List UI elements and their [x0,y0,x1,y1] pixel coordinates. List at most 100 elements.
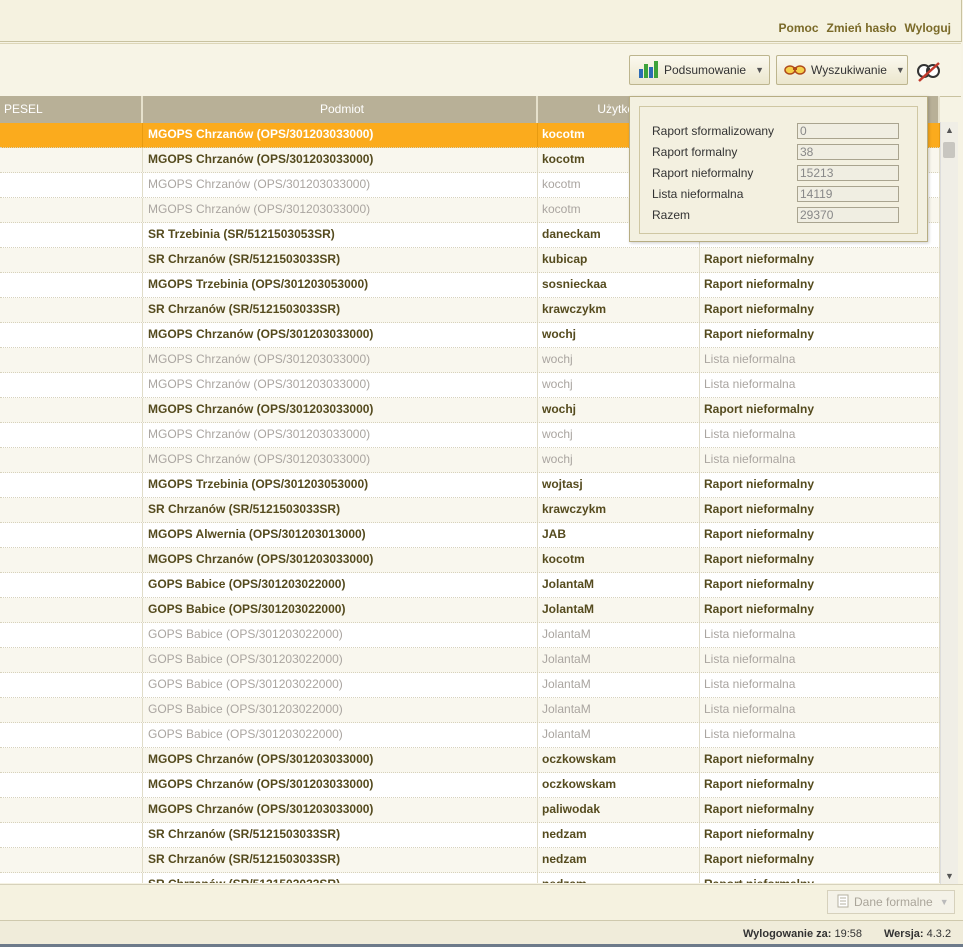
cell-user: wochj [538,448,700,472]
chevron-down-icon: ▼ [755,65,764,75]
table-row[interactable]: MGOPS Chrzanów (OPS/301203033000) wochj Ra… [0,323,940,348]
vertical-scrollbar[interactable]: ▲ ▼ [940,122,958,884]
formal-data-button-label: Dane formalne [854,895,933,909]
top-bar: Pomoc Zmień hasło Wyloguj [0,0,962,42]
binoculars-icon [784,61,806,80]
scroll-down-icon[interactable]: ▼ [941,868,958,884]
cell-podmiot: SR Trzebinia (SR/5121503053SR) [143,223,538,247]
cell-pesel [0,273,143,297]
cell-podmiot: MGOPS Alwernia (OPS/301203013000) [143,523,538,547]
cell-podmiot: GOPS Babice (OPS/301203022000) [143,598,538,622]
cell-podmiot: MGOPS Chrzanów (OPS/301203033000) [143,323,538,347]
change-password-link[interactable]: Zmień hasło [827,21,897,35]
top-links: Pomoc Zmień hasło Wyloguj [779,21,951,35]
cell-type: Raport nieformalny [700,798,940,822]
cell-type: Raport nieformalny [700,323,940,347]
cell-type: Raport nieformalny [700,573,940,597]
table-row[interactable]: MGOPS Trzebinia (OPS/301203053000) sosnie… [0,273,940,298]
cell-type: Raport nieformalny [700,248,940,272]
cell-user: nedzam [538,848,700,872]
cell-podmiot: MGOPS Chrzanów (OPS/301203033000) [143,123,538,147]
cell-podmiot: GOPS Babice (OPS/301203022000) [143,623,538,647]
summary-value-field: 0 [797,122,899,139]
cell-type: Raport nieformalny [700,823,940,847]
cell-type: Raport nieformalny [700,848,940,872]
table-row[interactable]: MGOPS Chrzanów (OPS/301203033000) wochj Li… [0,423,940,448]
cell-podmiot: SR Chrzanów (SR/5121503033SR) [143,298,538,322]
cell-user: nedzam [538,873,700,883]
table-row[interactable]: MGOPS Chrzanów (OPS/301203033000) kocotm R… [0,548,940,573]
table-row[interactable]: MGOPS Chrzanów (OPS/301203033000) wochj Li… [0,373,940,398]
summary-value-field: 14119 [797,185,899,202]
cell-pesel [0,373,143,397]
table-row[interactable]: GOPS Babice (OPS/301203022000) JolantaM Li… [0,698,940,723]
cell-type: Lista nieformalna [700,423,940,447]
cell-user: wojtasj [538,473,700,497]
cell-podmiot: MGOPS Chrzanów (OPS/301203033000) [143,423,538,447]
table-row[interactable]: MGOPS Chrzanów (OPS/301203033000) wochj Li… [0,448,940,473]
table-row[interactable]: SR Chrzanów (SR/5121503033SR)nedzamRapor… [0,823,940,848]
summary-label: Raport nieformalny [652,165,754,180]
cell-pesel [0,723,143,747]
cell-podmiot: MGOPS Chrzanów (OPS/301203033000) [143,748,538,772]
cell-type: Raport nieformalny [700,548,940,572]
summary-button[interactable]: Podsumowanie ▼ [629,55,770,85]
summary-popup: Raport sformalizowany 0 Raport formalny … [629,96,928,242]
summary-value-field: 15213 [797,164,899,181]
summary-label: Raport sformalizowany [652,123,775,138]
table-row[interactable]: MGOPS Chrzanów (OPS/301203033000) oczkows… [0,748,940,773]
table-row[interactable]: SR Chrzanów (SR/5121503033SR)nedzamRapor… [0,848,940,873]
cell-user: krawczykm [538,498,700,522]
table-row[interactable]: GOPS Babice (OPS/301203022000) JolantaM Li… [0,723,940,748]
table-row[interactable]: SR Chrzanów (SR/5121503033SR) kubicap Rapo… [0,248,940,273]
cell-pesel [0,348,143,372]
cell-type: Raport nieformalny [700,473,940,497]
cell-pesel [0,823,143,847]
table-row[interactable]: MGOPS Chrzanów (OPS/301203033000) paliwod… [0,798,940,823]
table-row[interactable]: GOPS Babice (OPS/301203022000) JolantaM Li… [0,623,940,648]
cell-user: JolantaM [538,698,700,722]
table-row[interactable]: MGOPS Trzebinia (OPS/301203053000) wojtas… [0,473,940,498]
cell-user: wochj [538,423,700,447]
column-header-pesel[interactable]: PESEL [0,96,143,123]
table-row[interactable]: MGOPS Chrzanów (OPS/301203033000) oczkows… [0,773,940,798]
table-row[interactable]: GOPS Babice (OPS/301203022000) JolantaM Li… [0,673,940,698]
summary-row: Raport sformalizowany 0 [652,120,917,141]
cell-type: Raport nieformalny [700,598,940,622]
scroll-up-icon[interactable]: ▲ [941,122,958,138]
cell-user: oczkowskam [538,773,700,797]
table-row[interactable]: SR Chrzanów (SR/5121503033SR)nedzamRapor… [0,873,940,883]
cell-type: Raport nieformalny [700,748,940,772]
table-row[interactable]: SR Chrzanów (SR/5121503033SR) krawczykm Ra… [0,498,940,523]
column-header-podmiot[interactable]: Podmiot [143,96,538,123]
cell-type: Lista nieformalna [700,648,940,672]
cell-podmiot: MGOPS Chrzanów (OPS/301203033000) [143,198,538,222]
search-button-label: Wyszukiwanie [811,63,887,77]
cell-user: JolantaM [538,648,700,672]
table-row[interactable]: SR Chrzanów (SR/5121503033SR) krawczykm Ra… [0,298,940,323]
help-link[interactable]: Pomoc [779,21,819,35]
table-row[interactable]: MGOPS Chrzanów (OPS/301203033000) wochj Li… [0,348,940,373]
table-row[interactable]: GOPS Babice (OPS/301203022000) JolantaM Li… [0,648,940,673]
cell-podmiot: GOPS Babice (OPS/301203022000) [143,573,538,597]
logout-link[interactable]: Wyloguj [905,21,951,35]
cell-pesel [0,298,143,322]
table-row[interactable]: MGOPS Alwernia (OPS/301203013000) JAB Rapo… [0,523,940,548]
cell-type: Lista nieformalna [700,448,940,472]
cell-podmiot: MGOPS Chrzanów (OPS/301203033000) [143,773,538,797]
cell-type: Lista nieformalna [700,623,940,647]
cell-pesel [0,173,143,197]
scroll-thumb[interactable] [943,142,955,158]
summary-label: Lista nieformalna [652,186,744,201]
cell-user: sosnieckaa [538,273,700,297]
table-row[interactable]: GOPS Babice (OPS/301203022000) JolantaM Ra… [0,573,940,598]
formal-data-button[interactable]: Dane formalne ▼ [827,890,955,914]
table-row[interactable]: MGOPS Chrzanów (OPS/301203033000) wochj Ra… [0,398,940,423]
clear-search-icon[interactable] [916,60,942,84]
cell-podmiot: MGOPS Chrzanów (OPS/301203033000) [143,348,538,372]
search-button[interactable]: Wyszukiwanie ▼ [776,55,908,85]
table-row[interactable]: GOPS Babice (OPS/301203022000) JolantaM Ra… [0,598,940,623]
summary-row: Raport nieformalny 15213 [652,162,917,183]
cell-type: Raport nieformalny [700,273,940,297]
version-value: 4.3.2 [926,928,952,940]
